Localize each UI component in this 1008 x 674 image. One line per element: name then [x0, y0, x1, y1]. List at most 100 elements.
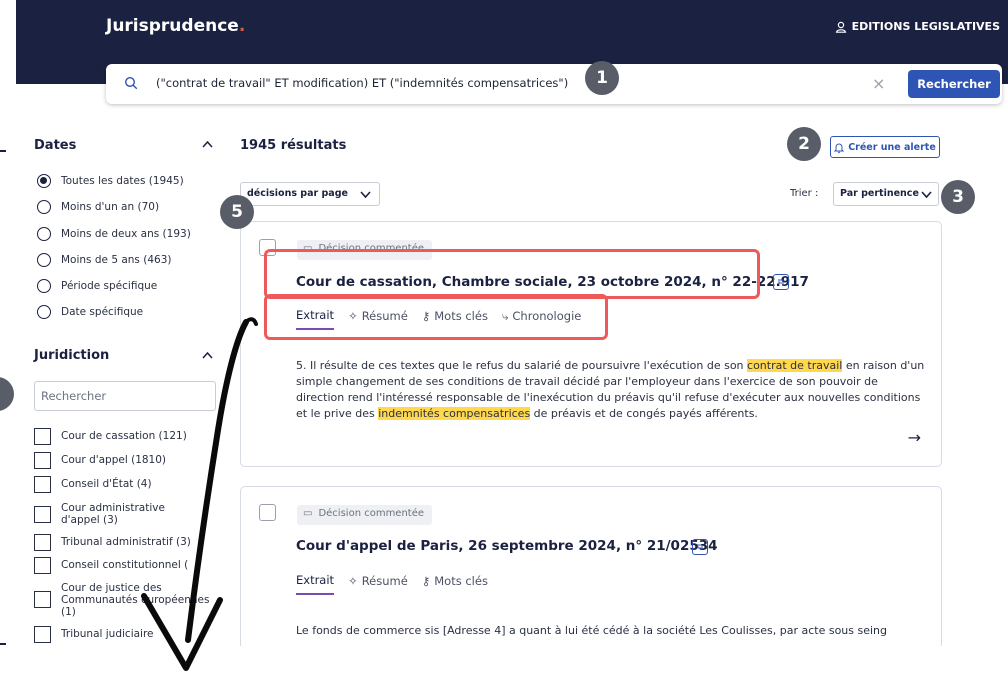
per-page-select[interactable]: décisions par page	[240, 182, 380, 206]
account-menu[interactable]: EDITIONS LEGISLATIVES	[835, 20, 1000, 33]
tab-extrait[interactable]: Extrait	[296, 573, 335, 595]
checkbox-label: Conseil constitutionnel (	[61, 559, 189, 571]
checkbox[interactable]	[34, 428, 51, 445]
commented-decision-tag: ▭ Décision commentée	[297, 505, 433, 525]
chevron-up-icon[interactable]	[202, 351, 213, 362]
chevron-up-icon[interactable]	[202, 140, 213, 151]
tab-label: Mots clés	[434, 574, 488, 588]
radio-label: Moins de deux ans (193)	[61, 228, 191, 240]
checkbox[interactable]	[34, 476, 51, 493]
create-alert-label: Créer une alerte	[848, 141, 936, 153]
chevron-down-icon	[921, 191, 932, 199]
dates-filter-title: Dates	[34, 138, 77, 153]
create-alert-button[interactable]: Créer une alerte	[830, 136, 940, 158]
brand-logo[interactable]: Jurisprudence.	[106, 16, 245, 36]
checkbox-label: Tribunal administratif (3)	[61, 536, 191, 548]
radio-label: Toutes les dates (1945)	[61, 175, 184, 187]
annotation-badge: 1	[585, 61, 619, 95]
checkbox-label: Cour de cassation (121)	[61, 430, 187, 442]
sort-label: Trier :	[790, 188, 819, 199]
search-icon	[124, 76, 138, 90]
jurisdiction-option[interactable]: Cour administrative d'appel (3)	[34, 502, 194, 526]
result-tabs: Extrait ✧ Résumé ⚷ Mots clés	[296, 573, 488, 595]
clear-icon[interactable]: ×	[872, 74, 885, 93]
sort-value: Par pertinence	[840, 188, 919, 199]
date-option-period[interactable]: Période spécifique	[37, 279, 157, 293]
radio-label: Date spécifique	[61, 306, 144, 318]
result-card[interactable]: ▭ Décision commentée Cour d'appel de Pari…	[240, 486, 942, 656]
radio-button[interactable]	[37, 305, 51, 319]
jurisdiction-option[interactable]: Cour de justice des Communautés européen…	[34, 582, 214, 618]
user-icon	[835, 21, 846, 33]
result-checkbox[interactable]	[259, 504, 276, 521]
radio-button[interactable]	[37, 279, 51, 293]
copy-icon[interactable]: ⧉	[773, 274, 789, 290]
checkbox[interactable]	[34, 557, 51, 574]
jurisdiction-option[interactable]: Cour de cassation (121)	[34, 428, 187, 445]
checkbox-label: Cour administrative d'appel (3)	[61, 502, 165, 526]
date-option-all[interactable]: Toutes les dates (1945)	[37, 174, 184, 188]
annotation-box-title	[264, 249, 760, 299]
date-option-1y[interactable]: Moins d'un an (70)	[37, 200, 159, 214]
radio-label: Période spécifique	[61, 280, 158, 292]
radio-button[interactable]	[37, 174, 51, 188]
checkbox[interactable]	[34, 452, 51, 469]
jurisdiction-option[interactable]: Tribunal judiciaire	[34, 626, 154, 643]
radio-button[interactable]	[37, 227, 51, 241]
brand-dot: .	[238, 16, 246, 36]
date-option-specific[interactable]: Date spécifique	[37, 305, 143, 319]
annotation-badge-partial	[0, 377, 14, 411]
comment-icon: ▭	[303, 508, 313, 519]
result-title[interactable]: Cour d'appel de Paris, 26 septembre 2024…	[296, 538, 718, 554]
annotation-badge: 2	[787, 127, 821, 161]
radio-label: Moins de 5 ans (463)	[61, 254, 172, 266]
tag-label: Décision commentée	[318, 508, 425, 519]
annotation-badge: 3	[941, 180, 975, 214]
edge-marker	[0, 150, 6, 152]
jurisdiction-option[interactable]: Conseil d'État (4)	[34, 476, 152, 493]
sparkle-icon: ✧	[348, 574, 358, 588]
search-input[interactable]: ("contrat de travail" ET modification) E…	[156, 76, 568, 90]
checkbox[interactable]	[34, 534, 51, 551]
result-excerpt: 5. Il résulte de ces textes que le refus…	[296, 358, 926, 422]
date-option-2y[interactable]: Moins de deux ans (193)	[37, 227, 191, 241]
excerpt-text: de préavis et de congés payés afférents.	[530, 407, 758, 420]
checkbox-label: Cour de justice des Communautés européen…	[61, 582, 210, 618]
checkbox[interactable]	[34, 591, 51, 608]
search-button[interactable]: Rechercher	[908, 70, 1000, 98]
bell-icon	[834, 143, 845, 153]
brand-name: Jurisprudence	[106, 16, 239, 36]
jurisdiction-option[interactable]: Tribunal administratif (3)	[34, 534, 191, 551]
result-excerpt: Le fonds de commerce sis [Adresse 4] a q…	[296, 624, 888, 637]
copy-icon[interactable]: ⧉	[692, 539, 708, 555]
search-bar: ("contrat de travail" ET modification) E…	[106, 64, 1002, 104]
checkbox[interactable]	[34, 506, 51, 523]
tab-resume[interactable]: ✧ Résumé	[348, 573, 408, 595]
checkbox[interactable]	[34, 626, 51, 643]
jurisdiction-option[interactable]: Conseil constitutionnel (	[34, 557, 188, 574]
excerpt-text: 5. Il résulte de ces textes que le refus…	[296, 359, 748, 372]
highlighted-term: contrat de travail	[747, 359, 843, 372]
jurisdiction-filter-title: Juridiction	[34, 348, 110, 363]
annotation-badge: 5	[220, 195, 254, 229]
tab-mots-cles[interactable]: ⚷ Mots clés	[422, 573, 488, 595]
chevron-down-icon	[360, 191, 371, 199]
edge-marker	[0, 643, 6, 645]
annotation-box-tabs	[264, 294, 608, 340]
jurisdiction-search-input[interactable]: Rechercher	[34, 381, 216, 411]
checkbox-label: Conseil d'État (4)	[61, 478, 152, 490]
bottom-cut	[220, 646, 1008, 674]
key-icon: ⚷	[421, 574, 431, 588]
jurisdiction-option[interactable]: Cour d'appel (1810)	[34, 452, 166, 469]
radio-button[interactable]	[37, 253, 51, 267]
results-count: 1945 résultats	[240, 138, 347, 153]
account-label: EDITIONS LEGISLATIVES	[851, 20, 1000, 33]
highlighted-term: indemnités compensatrices	[378, 407, 531, 420]
checkbox-label: Tribunal judiciaire	[61, 628, 154, 640]
date-option-5y[interactable]: Moins de 5 ans (463)	[37, 253, 171, 267]
sort-select[interactable]: Par pertinence	[833, 182, 939, 206]
checkbox-label: Cour d'appel (1810)	[61, 454, 167, 466]
radio-button[interactable]	[37, 200, 51, 214]
tab-label: Résumé	[361, 574, 408, 588]
arrow-right-icon[interactable]: →	[908, 428, 921, 447]
